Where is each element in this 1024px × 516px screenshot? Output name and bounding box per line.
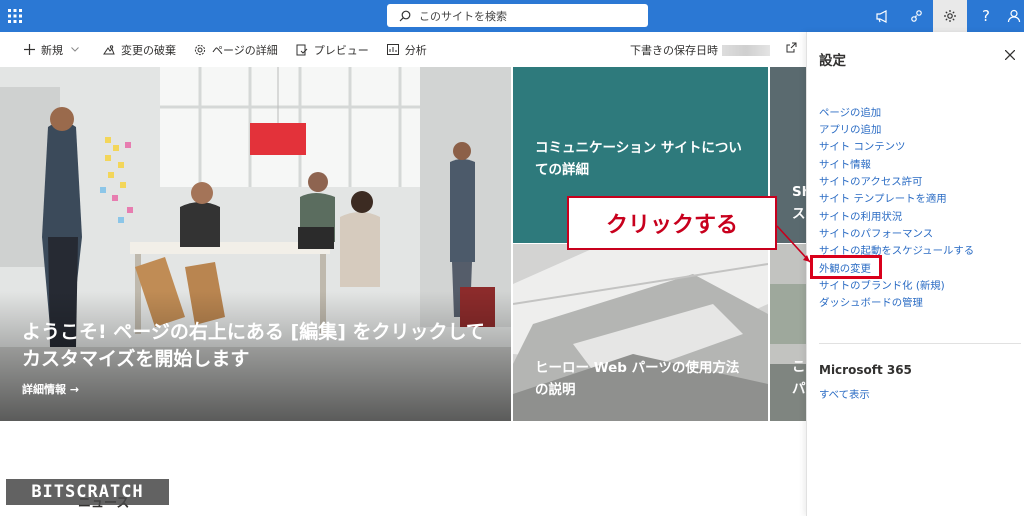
click-callout: クリックする [567, 196, 777, 250]
highlight-box [810, 255, 882, 279]
